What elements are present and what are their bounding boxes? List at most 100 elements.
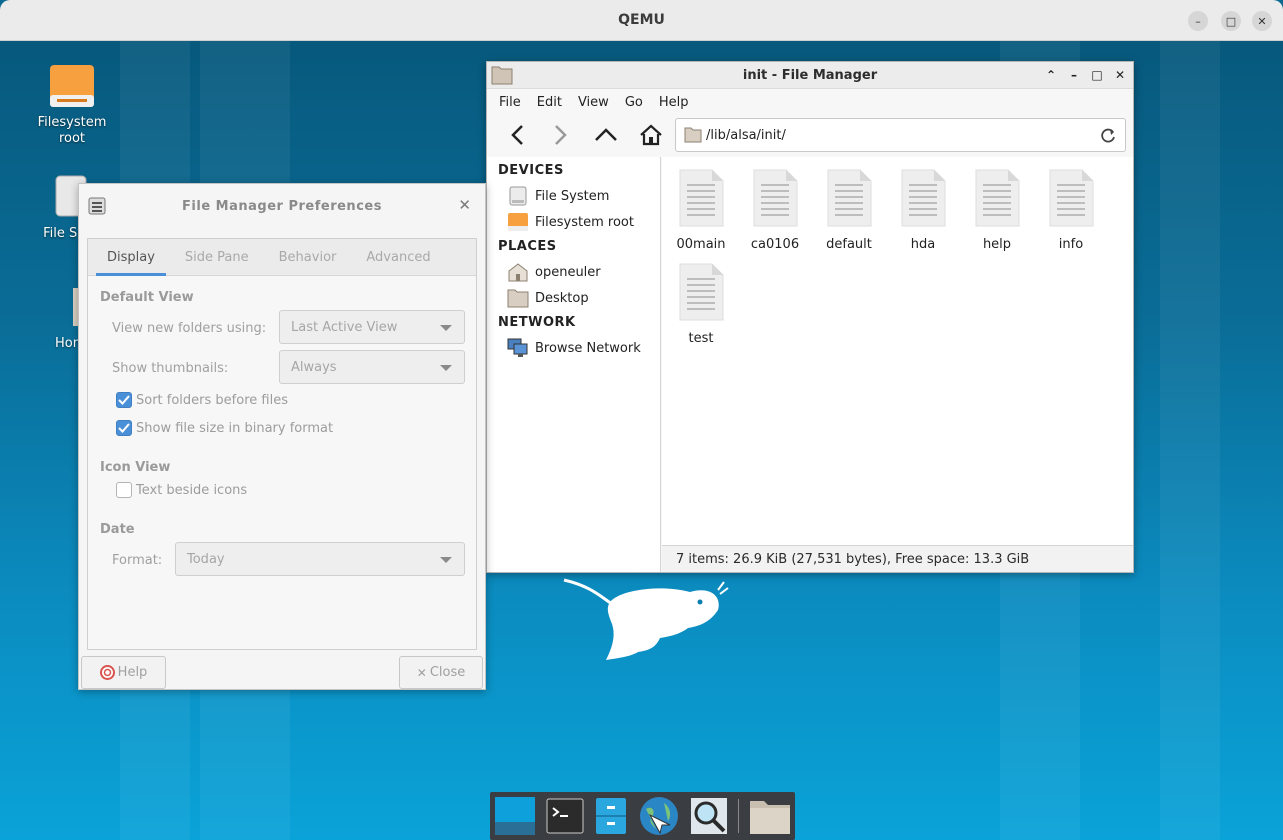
text-file-icon (1049, 169, 1094, 227)
reload-icon[interactable] (1099, 127, 1117, 145)
network-icon (507, 337, 529, 359)
fm-minimize-button[interactable]: – (1066, 67, 1082, 83)
file-manager-button[interactable] (594, 795, 628, 837)
binary-size-checkbox[interactable]: Show file size in binary format (116, 420, 333, 436)
section-default-view: Default View (100, 290, 194, 305)
file-item[interactable]: help (960, 169, 1034, 252)
chevron-down-icon (440, 325, 452, 331)
qemu-close-button[interactable]: ✕ (1252, 11, 1272, 31)
preferences-title: File Manager Preferences (182, 199, 382, 214)
sidebar-header-network: NETWORK (498, 315, 576, 330)
section-date: Date (100, 522, 135, 537)
location-bar[interactable]: /lib/alsa/init/ (675, 118, 1126, 152)
web-browser-button[interactable] (638, 795, 680, 837)
file-cabinet-icon (596, 798, 627, 834)
tab-bar: Display Side Pane Behavior Advanced (88, 239, 476, 276)
fm-statusbar: 7 items: 26.9 KiB (27,531 bytes), Free s… (662, 545, 1133, 572)
back-arrow-icon (511, 125, 523, 145)
file-item[interactable]: ca0106 (738, 169, 812, 252)
desktop-icon-label: Filesystem root (37, 115, 107, 146)
home-folder-icon (507, 261, 529, 283)
tab-behavior[interactable]: Behavior (268, 239, 348, 275)
file-view: 00main ca0106 default hda help info test (662, 157, 1133, 545)
qemu-minimize-button[interactable]: – (1188, 11, 1208, 31)
text-beside-icons-checkbox[interactable]: Text beside icons (116, 482, 247, 498)
chevron-down-icon (440, 557, 452, 563)
home-folder-button[interactable] (749, 795, 791, 837)
folder-icon (684, 127, 702, 143)
close-icon[interactable]: ✕ (458, 196, 471, 214)
file-manager-window: init - File Manager ⌃ – □ ✕ File Edit Vi… (486, 61, 1134, 573)
desktop-icon (495, 797, 535, 835)
fm-titlebar[interactable]: init - File Manager ⌃ – □ ✕ (487, 62, 1133, 89)
file-item[interactable]: hda (886, 169, 960, 252)
sidebar-item-filesystem-root[interactable]: Filesystem root (487, 209, 660, 235)
sidebar-item-openeuler[interactable]: openeuler (487, 259, 660, 285)
xfce-mouse-logo (563, 578, 729, 660)
close-icon: ✕ (416, 665, 427, 680)
fm-maximize-button[interactable]: □ (1089, 67, 1105, 83)
terminal-icon (546, 798, 584, 834)
file-name: info (1058, 237, 1084, 252)
tab-side-pane[interactable]: Side Pane (174, 239, 260, 275)
file-name: test (688, 331, 714, 346)
file-item[interactable]: info (1034, 169, 1108, 252)
help-icon (99, 665, 115, 680)
text-file-icon (901, 169, 946, 227)
drive-icon (49, 63, 95, 109)
tab-advanced[interactable]: Advanced (355, 239, 441, 275)
file-name: help (982, 237, 1012, 252)
preferences-notebook: Display Side Pane Behavior Advanced Defa… (87, 238, 477, 650)
fm-window-title: init - File Manager (742, 68, 878, 83)
text-file-icon (975, 169, 1020, 227)
forward-arrow-icon (555, 125, 567, 145)
fm-close-button[interactable]: ✕ (1112, 67, 1128, 83)
file-item[interactable]: default (812, 169, 886, 252)
sidebar-header-places: PLACES (498, 239, 557, 254)
desktop-icon-filesystem-root[interactable]: Filesystem root (27, 63, 117, 147)
fm-menubar: File Edit View Go Help (487, 89, 1133, 115)
qemu-title: QEMU (618, 12, 665, 28)
close-button[interactable]: ✕ Close (399, 656, 483, 689)
terminal-button[interactable] (546, 795, 584, 837)
app-finder-button[interactable] (690, 795, 728, 837)
file-item[interactable]: test (664, 263, 738, 346)
sidebar-header-devices: DEVICES (498, 163, 564, 178)
home-icon (640, 124, 662, 146)
date-format-select[interactable]: Today (175, 542, 465, 576)
menu-edit[interactable]: Edit (537, 95, 570, 110)
tab-display[interactable]: Display (96, 239, 166, 276)
menu-go[interactable]: Go (625, 95, 651, 110)
back-button[interactable] (502, 121, 532, 149)
checkmark-icon (116, 392, 132, 408)
qemu-titlebar: QEMU – □ ✕ (0, 0, 1283, 41)
text-file-icon (827, 169, 872, 227)
sidebar-item-desktop[interactable]: Desktop (487, 285, 660, 311)
show-desktop-button[interactable] (494, 795, 536, 837)
drive-icon (507, 211, 529, 233)
menu-help[interactable]: Help (659, 95, 697, 110)
sidebar-item-file-system[interactable]: File System (487, 183, 660, 209)
file-name: hda (910, 237, 936, 252)
desktop-folder-icon (507, 287, 529, 309)
preferences-dialog: File Manager Preferences ✕ Display Side … (78, 183, 486, 690)
search-icon (691, 798, 728, 834)
view-new-folders-select[interactable]: Last Active View (279, 310, 465, 344)
dock (490, 792, 795, 840)
file-item[interactable]: 00main (664, 169, 738, 252)
home-button[interactable] (636, 121, 666, 149)
help-button[interactable]: Help (81, 656, 166, 689)
fm-sidebar: DEVICES File System Filesystem root PLAC… (487, 157, 661, 572)
menu-view[interactable]: View (578, 95, 617, 110)
folder-icon (750, 801, 790, 834)
qemu-maximize-button[interactable]: □ (1221, 11, 1241, 31)
show-thumbnails-select[interactable]: Always (279, 350, 465, 384)
menu-file[interactable]: File (499, 95, 529, 110)
show-thumbnails-label: Show thumbnails: (112, 361, 229, 376)
forward-button[interactable] (546, 121, 576, 149)
file-name: 00main (676, 237, 726, 252)
up-button[interactable] (591, 121, 621, 149)
fm-shade-button[interactable]: ⌃ (1043, 67, 1059, 83)
sort-folders-checkbox[interactable]: Sort folders before files (116, 392, 288, 408)
sidebar-item-browse-network[interactable]: Browse Network (487, 335, 660, 361)
